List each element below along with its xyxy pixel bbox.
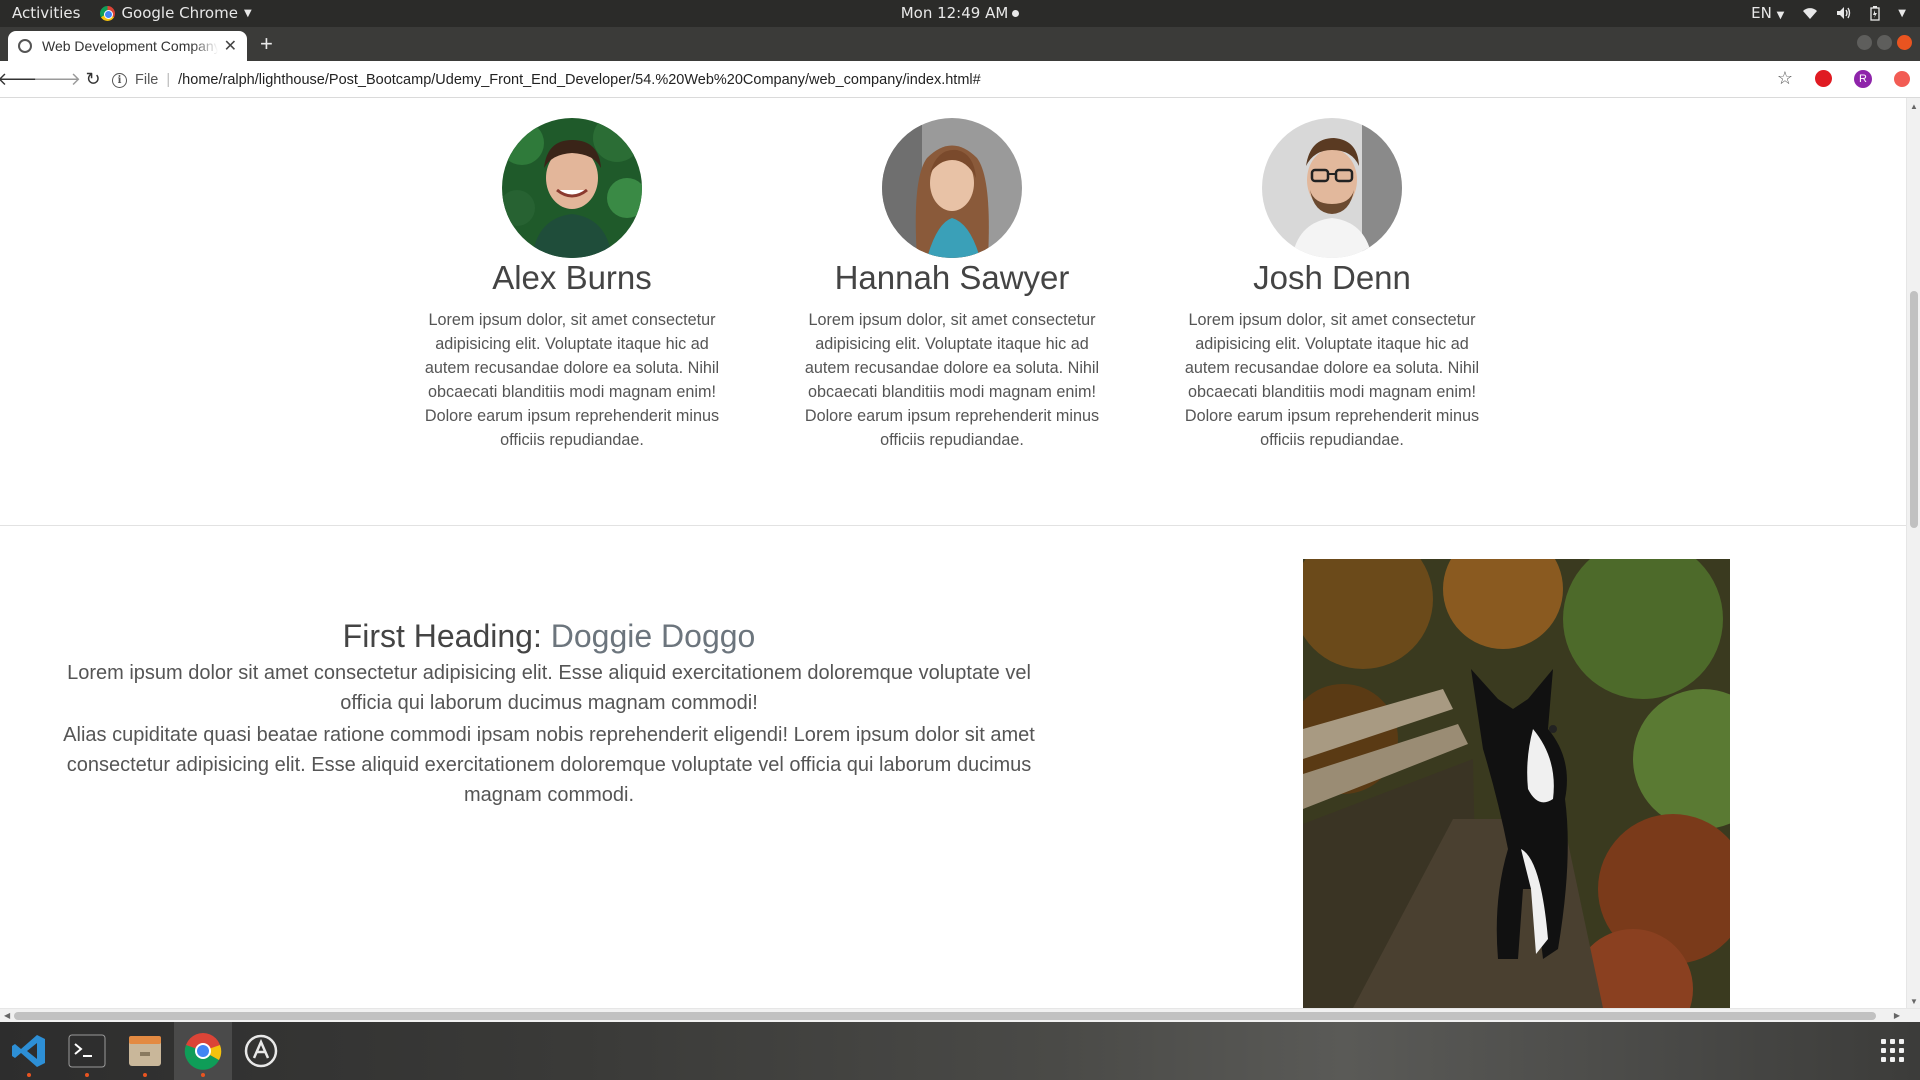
vertical-scrollbar[interactable]: ▲ ▼ [1906, 98, 1920, 1008]
page-viewport: Alex Burns Lorem ipsum dolor, sit amet c… [0, 98, 1906, 1008]
scroll-left-arrow-icon[interactable]: ◀ [4, 1011, 10, 1020]
ubuntu-dock [0, 1022, 1920, 1080]
software-updater-icon [244, 1034, 278, 1068]
language-label: EN [1751, 4, 1772, 22]
josh-denn-photo [1262, 118, 1402, 258]
hannah-sawyer-photo [882, 118, 1022, 258]
forward-button[interactable]: 🡒 [33, 64, 81, 94]
battery-icon[interactable] [1870, 5, 1880, 21]
avatar [882, 118, 1022, 258]
address-bar[interactable]: i File | /home/ralph/lighthouse/Post_Boo… [112, 65, 1800, 95]
back-button[interactable]: 🡐 [0, 64, 45, 94]
close-window-button[interactable] [1897, 35, 1912, 50]
scroll-down-arrow-icon[interactable]: ▼ [1910, 997, 1918, 1006]
extension-icon[interactable] [1894, 70, 1910, 87]
dock-vscode[interactable] [0, 1022, 58, 1080]
extension-icon[interactable] [1815, 70, 1832, 87]
member-bio: Lorem ipsum dolor, sit amet consectetur … [804, 311, 1100, 449]
files-icon [129, 1036, 161, 1066]
running-indicator [201, 1073, 205, 1077]
clock-label: Mon 12:49 AM [900, 4, 1009, 22]
volume-icon[interactable] [1836, 6, 1852, 20]
close-tab-icon[interactable]: ✕ [224, 36, 237, 56]
profile-avatar[interactable]: R [1854, 69, 1872, 88]
avatar [1262, 118, 1402, 258]
running-indicator [85, 1073, 89, 1077]
feature-heading: First Heading: Doggie Doggo [55, 616, 1043, 656]
address-url: /home/ralph/lighthouse/Post_Bootcamp/Ude… [178, 72, 981, 88]
horizontal-scroll-thumb[interactable] [14, 1012, 1876, 1020]
window-controls [1857, 35, 1912, 50]
dog-photo [1303, 559, 1730, 1008]
tab-web-development-company[interactable]: Web Development Company ✕ [8, 31, 247, 61]
browser-tab-strip: Web Development Company ✕ + [0, 27, 1920, 61]
clock[interactable]: Mon 12:49 AM [0, 4, 1920, 22]
scroll-right-arrow-icon[interactable]: ▶ [1894, 1011, 1900, 1020]
team-member-card: Alex Burns Lorem ipsum dolor, sit amet c… [407, 118, 737, 452]
feature-heading-muted: Doggie Doggo [550, 618, 756, 654]
member-bio: Lorem ipsum dolor, sit amet consectetur … [424, 311, 720, 449]
team-section: Alex Burns Lorem ipsum dolor, sit amet c… [0, 98, 1906, 526]
dock-files[interactable] [116, 1022, 174, 1080]
caret-down-icon: ▼ [1776, 10, 1785, 21]
reload-button[interactable]: ↻ [78, 64, 108, 94]
member-name: Josh Denn [1253, 259, 1411, 296]
maximize-button[interactable] [1877, 35, 1892, 50]
avatar [502, 118, 642, 258]
wifi-icon[interactable] [1802, 6, 1818, 20]
new-tab-button[interactable]: + [260, 33, 273, 55]
feature-text: First Heading: Doggie Doggo Lorem ipsum … [55, 616, 1043, 810]
notification-dot-icon [1012, 10, 1020, 17]
chrome-icon [184, 1033, 222, 1070]
feature-heading-main: First Heading: [342, 618, 542, 654]
show-applications-icon[interactable] [1881, 1039, 1904, 1062]
alex-burns-photo [502, 118, 642, 258]
team-member-card: Hannah Sawyer Lorem ipsum dolor, sit ame… [787, 118, 1117, 452]
member-name: Hannah Sawyer [834, 259, 1070, 296]
running-indicator [27, 1073, 31, 1077]
minimize-button[interactable] [1857, 35, 1872, 50]
running-indicator [143, 1073, 147, 1077]
terminal-icon [68, 1034, 106, 1068]
vertical-scroll-thumb[interactable] [1910, 291, 1918, 528]
dock-chrome[interactable] [174, 1022, 232, 1080]
system-menu-caret-icon[interactable]: ▼ [1898, 8, 1906, 19]
scroll-up-arrow-icon[interactable]: ▲ [1910, 102, 1918, 111]
browser-toolbar: 🡐 🡒 ↻ i File | /home/ralph/lighthouse/Po… [0, 61, 1920, 98]
feature-section: First Heading: Doggie Doggo Lorem ipsum … [0, 526, 1906, 1008]
member-bio: Lorem ipsum dolor, sit amet consectetur … [1184, 311, 1480, 449]
member-name: Alex Burns [492, 259, 652, 296]
team-member-card: Josh Denn Lorem ipsum dolor, sit amet co… [1167, 118, 1497, 452]
tab-title: Web Development Company [42, 38, 218, 54]
system-top-bar: Activities Google Chrome ▼ Mon 12:49 AM … [0, 0, 1920, 27]
bookmark-star-icon[interactable]: ☆ [1777, 68, 1793, 89]
info-icon[interactable]: i [112, 72, 127, 88]
dog-on-bench-image [1303, 559, 1730, 1008]
dock-software-updater[interactable] [232, 1022, 290, 1080]
dock-terminal[interactable] [58, 1022, 116, 1080]
horizontal-scrollbar[interactable]: ◀ ▶ [0, 1008, 1920, 1022]
feature-paragraph: Lorem ipsum dolor sit amet consectetur a… [67, 662, 1031, 714]
address-scheme: File [135, 72, 159, 88]
feature-paragraph: Alias cupiditate quasi beatae ratione co… [63, 724, 1035, 806]
globe-icon [18, 39, 32, 53]
vscode-icon [12, 1035, 45, 1067]
address-separator: | [166, 72, 171, 88]
language-indicator[interactable]: EN ▼ [1751, 4, 1784, 22]
